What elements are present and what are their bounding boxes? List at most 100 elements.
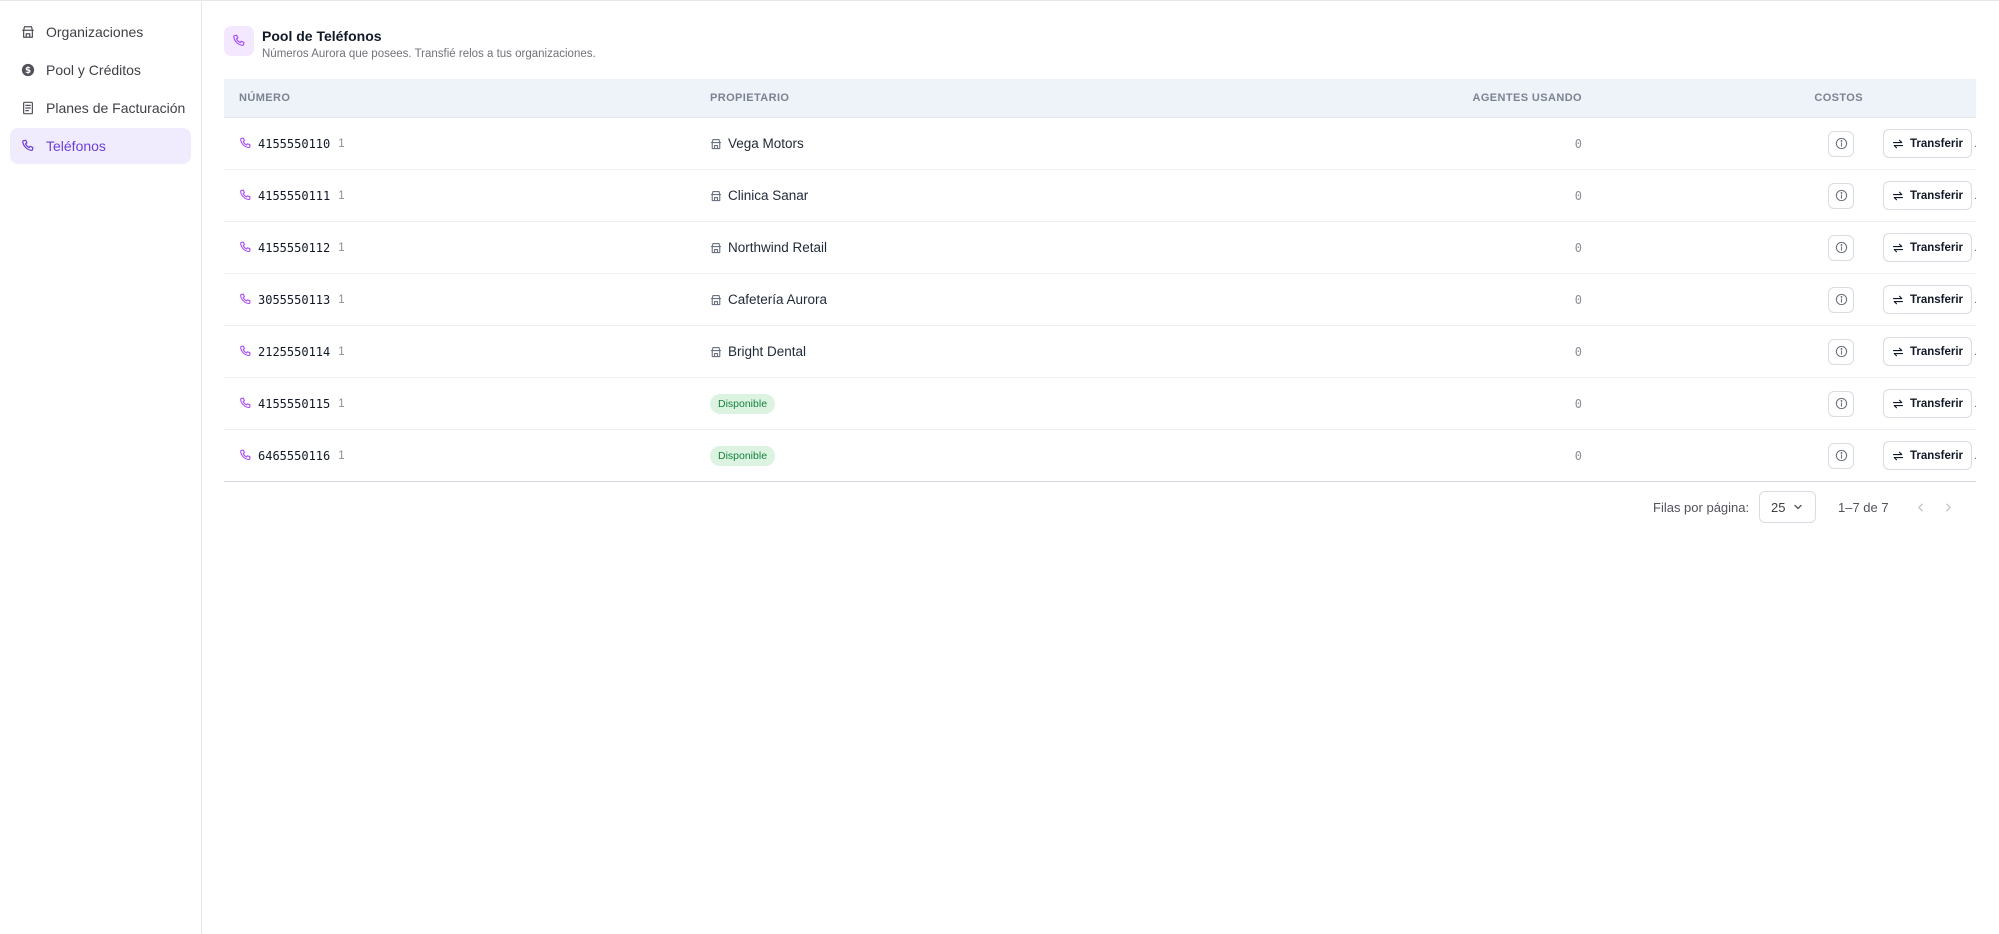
svg-text:$: $ [25, 66, 31, 76]
number-count: 1 [338, 397, 345, 410]
number-count: 1 [338, 293, 345, 306]
number-cell: 4155550110 1 [239, 118, 345, 169]
number-count: 1 [338, 449, 345, 462]
transfer-button-label: Transferir [1909, 345, 1964, 358]
sidebar-item-telefonos[interactable]: Teléfonos [10, 128, 191, 164]
agents-cell: 0 [1394, 430, 1582, 481]
column-header-number: NÚMERO [239, 92, 291, 104]
rows-per-page-value: 25 [1771, 499, 1786, 515]
store-icon [710, 294, 722, 305]
number-cell: 4155550112 1 [239, 222, 345, 273]
info-icon [1835, 397, 1847, 410]
transfer-button[interactable]: Transferir [1883, 181, 1972, 210]
sidebar-item-label: Teléfonos [46, 138, 106, 154]
owner-name: Bright Dental [728, 344, 807, 359]
next-page-button[interactable] [1938, 497, 1958, 517]
owner-cell: Cafetería Aurora [710, 274, 827, 325]
status-badge: Disponible [710, 445, 776, 466]
costs-cell [1828, 274, 1854, 325]
truncated-indicator: . [1974, 293, 1978, 306]
phone-icon [240, 449, 251, 461]
transfer-button[interactable]: Transferir [1883, 129, 1972, 158]
number-count: 1 [338, 137, 345, 150]
column-header-owner: PROPIETARIO [710, 92, 790, 104]
truncated-indicator: . [1974, 397, 1978, 410]
transfer-arrows-icon [1892, 347, 1904, 356]
sidebar-item-label: Planes de Facturación [46, 100, 186, 116]
rows-per-page-select[interactable]: 25 [1759, 491, 1816, 523]
status-badge: Disponible [710, 393, 776, 414]
owner-name: Clinica Sanar [728, 188, 809, 203]
phone-icon [22, 139, 34, 151]
store-icon [710, 138, 722, 149]
costs-info-button[interactable] [1828, 234, 1854, 261]
transfer-arrows-icon [1892, 295, 1904, 304]
info-icon [1835, 189, 1847, 202]
costs-info-button[interactable] [1828, 286, 1854, 313]
transfer-button-label: Transferir [1909, 137, 1964, 150]
phone-icon [240, 137, 251, 149]
truncated-cell: . [1974, 430, 1977, 481]
transfer-button-label: Transferir [1909, 449, 1964, 462]
number-count: 1 [338, 241, 345, 254]
truncated-cell: . [1974, 118, 1977, 169]
phone-icon [240, 345, 251, 357]
table-body: 4155550110 1 Vega Motors 0 Transferir. 415555… [224, 118, 1978, 482]
transfer-button[interactable]: Transferir [1883, 389, 1972, 418]
sidebar-item-planes-facturacion[interactable]: Planes de Facturación [10, 90, 191, 126]
costs-info-button[interactable] [1828, 338, 1854, 365]
phone-icon [240, 397, 251, 409]
agents-count: 0 [1574, 344, 1582, 359]
sidebar-item-label: Organizaciones [46, 24, 144, 40]
header-icon-box [224, 26, 254, 56]
sidebar: Organizaciones $ Pool y Créditos Planes … [0, 2, 202, 934]
transfer-arrows-icon [1892, 243, 1904, 252]
action-cell: Transferir [1883, 378, 1972, 429]
pagination-range: 1–7 de 7 [1838, 500, 1889, 515]
previous-page-button[interactable] [1910, 497, 1930, 517]
table-row: 2125550114 1 Bright Dental 0 Transferir. [224, 326, 1977, 378]
sidebar-item-pool-creditos[interactable]: $ Pool y Créditos [10, 52, 191, 88]
page-subtitle: Números Aurora que posees. Transfié relo… [262, 48, 596, 60]
app-frame: Organizaciones $ Pool y Créditos Planes … [0, 0, 1999, 934]
transfer-button[interactable]: Transferir [1883, 285, 1972, 314]
agents-count: 0 [1574, 292, 1582, 307]
info-icon [1835, 241, 1847, 254]
transfer-button[interactable]: Transferir [1883, 233, 1972, 262]
costs-info-button[interactable] [1828, 130, 1854, 157]
rows-per-page-label: Filas por página: [1653, 500, 1750, 515]
page-header: Pool de Teléfonos Números Aurora que pos… [224, 26, 596, 60]
costs-cell [1828, 170, 1854, 221]
transfer-button-label: Transferir [1909, 397, 1964, 410]
agents-cell: 0 [1394, 378, 1582, 429]
truncated-cell: . [1974, 274, 1977, 325]
costs-cell [1828, 430, 1854, 481]
store-icon [710, 190, 722, 201]
chevron-down-icon [1794, 504, 1803, 510]
agents-count: 0 [1574, 448, 1582, 463]
store-icon [710, 346, 722, 357]
agents-count: 0 [1574, 188, 1582, 203]
costs-info-button[interactable] [1828, 442, 1854, 469]
transfer-button-label: Transferir [1909, 241, 1964, 254]
sidebar-item-organizaciones[interactable]: Organizaciones [10, 14, 191, 50]
owner-name: Northwind Retail [728, 240, 828, 255]
chevron-right-icon [1945, 502, 1951, 512]
transfer-button[interactable]: Transferir [1883, 441, 1972, 470]
costs-info-button[interactable] [1828, 182, 1854, 209]
phone-icon [233, 34, 245, 46]
receipt-icon [23, 101, 33, 115]
sidebar-item-label: Pool y Créditos [46, 62, 141, 78]
action-cell: Transferir [1883, 118, 1972, 169]
owner-cell: Northwind Retail [710, 222, 827, 273]
transfer-arrows-icon [1892, 191, 1904, 200]
costs-info-button[interactable] [1828, 390, 1854, 417]
truncated-indicator: . [1974, 449, 1978, 462]
column-header-agents: AGENTES USANDO [1472, 92, 1582, 104]
agents-cell: 0 [1394, 326, 1582, 377]
truncated-indicator: . [1974, 137, 1978, 150]
agents-count: 0 [1574, 396, 1582, 411]
transfer-button[interactable]: Transferir [1883, 337, 1972, 366]
transfer-button-label: Transferir [1909, 293, 1964, 306]
transfer-arrows-icon [1892, 451, 1904, 460]
